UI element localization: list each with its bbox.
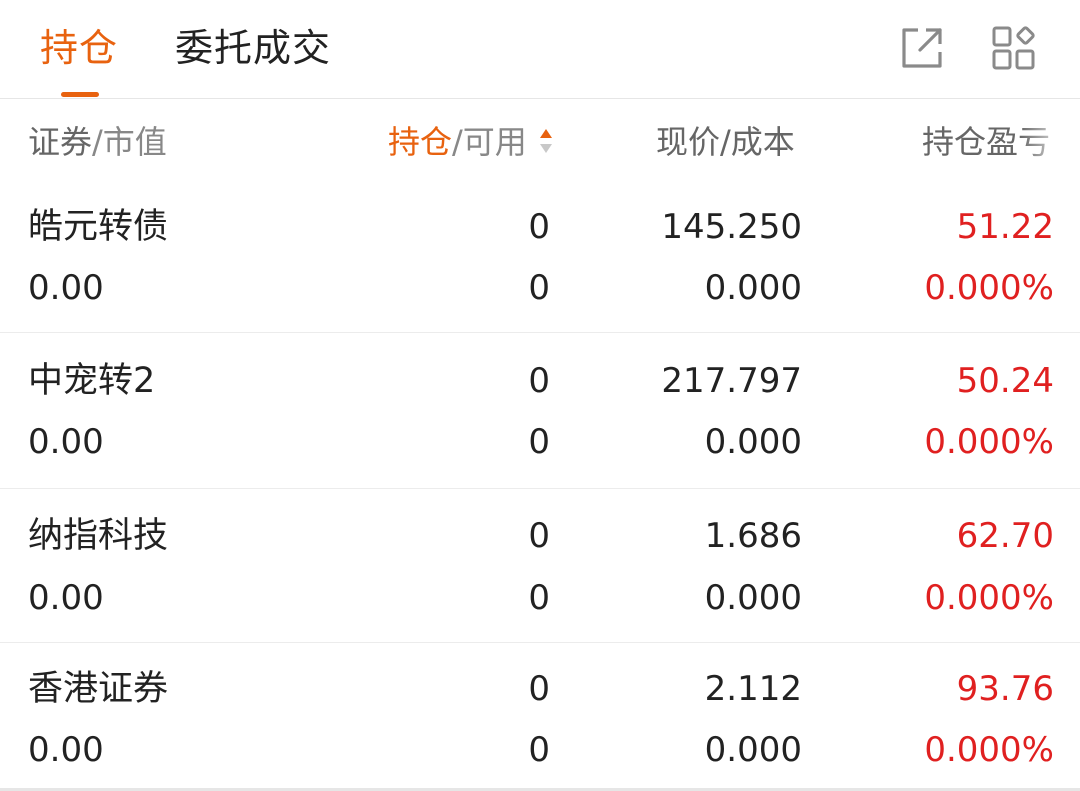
available-quantity: 0 — [528, 268, 550, 308]
holding-quantity: 0 — [528, 207, 550, 247]
holding-quantity: 0 — [528, 516, 550, 556]
position-row[interactable]: 中宠转2 0.00 0 0 217.797 0.000 50.24 0.000% — [0, 333, 1080, 488]
market-value: 0.00 — [28, 730, 104, 770]
cost-price: 0.000 — [704, 422, 802, 462]
current-price: 145.250 — [661, 207, 802, 247]
active-tab-indicator — [61, 92, 99, 97]
available-quantity: 0 — [528, 730, 550, 770]
position-row[interactable]: 皓元转债 0.00 0 0 145.250 0.000 51.22 0.000% — [0, 185, 1080, 332]
profit-loss-amount: 62.70 — [956, 516, 1054, 556]
market-value: 0.00 — [28, 422, 104, 462]
security-name: 纳指科技 — [28, 516, 169, 556]
grid-layout-icon[interactable] — [990, 24, 1038, 72]
column-header-holding[interactable]: 持仓/可用 — [388, 121, 553, 163]
header-scroll-fade — [1020, 99, 1080, 185]
position-row[interactable]: 香港证券 0.00 0 0 2.112 0.000 93.76 0.000% — [0, 643, 1080, 788]
top-tab-bar: 持仓 委托成交 — [0, 0, 1080, 99]
column-header-available-label: /可用 — [452, 123, 527, 161]
tab-orders-trades[interactable]: 委托成交 — [175, 22, 331, 74]
current-price: 2.112 — [704, 669, 802, 709]
security-name: 中宠转2 — [28, 361, 156, 401]
profit-loss-amount: 93.76 — [956, 669, 1054, 709]
security-name: 皓元转债 — [28, 207, 169, 247]
share-external-icon[interactable] — [898, 24, 946, 72]
column-header-price-cost: 现价/成本 — [656, 123, 795, 161]
profit-loss-percent: 0.000% — [924, 422, 1054, 462]
holding-quantity: 0 — [528, 361, 550, 401]
column-header-security: 证券/市值 — [28, 121, 167, 163]
cost-price: 0.000 — [704, 268, 802, 308]
holding-quantity: 0 — [528, 669, 550, 709]
tab-holdings[interactable]: 持仓 — [40, 22, 118, 74]
column-header-security-label: 证券 — [28, 123, 93, 161]
available-quantity: 0 — [528, 578, 550, 618]
profit-loss-percent: 0.000% — [924, 268, 1054, 308]
available-quantity: 0 — [528, 422, 550, 462]
current-price: 217.797 — [661, 361, 802, 401]
market-value: 0.00 — [28, 268, 104, 308]
column-header-holding-label: 持仓 — [388, 123, 453, 161]
profit-loss-percent: 0.000% — [924, 578, 1054, 618]
security-name: 香港证券 — [28, 669, 169, 709]
market-value: 0.00 — [28, 578, 104, 618]
cost-price: 0.000 — [704, 730, 802, 770]
cost-price: 0.000 — [704, 578, 802, 618]
profit-loss-amount: 50.24 — [956, 361, 1054, 401]
current-price: 1.686 — [704, 516, 802, 556]
sort-arrows-icon[interactable] — [539, 126, 553, 156]
column-header-row: 证券/市值 持仓/可用 现价/成本 持仓盈亏 — [0, 99, 1080, 185]
profit-loss-amount: 51.22 — [956, 207, 1054, 247]
column-header-market-value-label: /市值 — [92, 123, 167, 161]
profit-loss-percent: 0.000% — [924, 730, 1054, 770]
position-row[interactable]: 纳指科技 0.00 0 0 1.686 0.000 62.70 0.000% — [0, 489, 1080, 642]
